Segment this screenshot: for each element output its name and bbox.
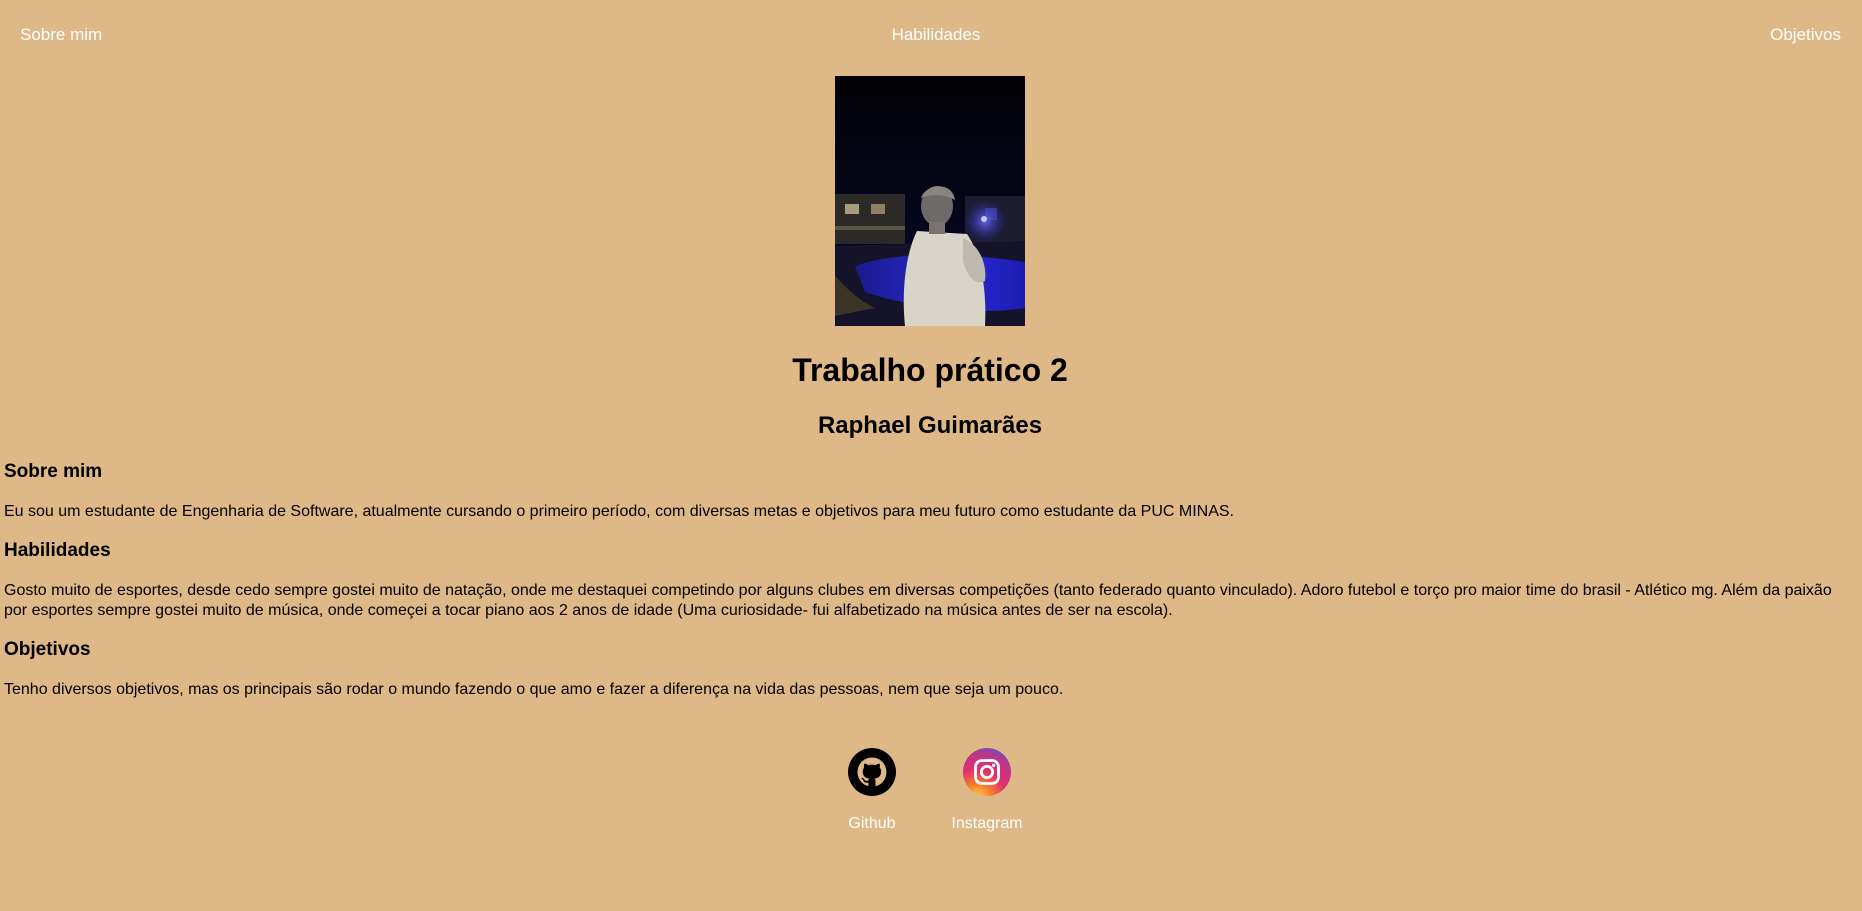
instagram-link[interactable]: Instagram [937, 748, 1037, 834]
social-links: Github Instagram [0, 748, 1862, 838]
section-text-sobre-mim: Eu sou um estudante de Engenharia de Sof… [4, 503, 1234, 520]
section-heading-sobre-mim: Sobre mim [4, 461, 103, 482]
section-objetivos: Objetivos Tenho diversos objetivos, mas … [4, 638, 1854, 698]
top-navigation: Sobre mim Habilidades Objetivos [0, 24, 1862, 46]
section-sobre-mim: Sobre mim Eu sou um estudante de Engenha… [4, 460, 1854, 520]
nav-link-habilidades[interactable]: Habilidades [0, 24, 1862, 46]
instagram-icon [963, 748, 1011, 796]
page-title: Trabalho prático 2 [792, 352, 1068, 388]
github-label: Github [848, 815, 896, 832]
instagram-label: Instagram [951, 815, 1023, 832]
profile-photo [835, 76, 1025, 326]
section-text-objetivos: Tenho diversos objetivos, mas os princip… [4, 681, 1064, 698]
section-habilidades: Habilidades Gosto muito de esportes, des… [4, 539, 1854, 619]
section-heading-objetivos: Objetivos [4, 639, 91, 660]
nav-link-objetivos[interactable]: Objetivos [1770, 24, 1841, 46]
section-heading-habilidades: Habilidades [4, 540, 111, 561]
section-text-habilidades: Gosto muito de esportes, desde cedo semp… [4, 582, 1832, 619]
author-name: Raphael Guimarães [817, 412, 1043, 439]
profile-photo-image [835, 76, 1025, 326]
github-icon [848, 748, 896, 796]
github-link[interactable]: Github [822, 748, 922, 834]
